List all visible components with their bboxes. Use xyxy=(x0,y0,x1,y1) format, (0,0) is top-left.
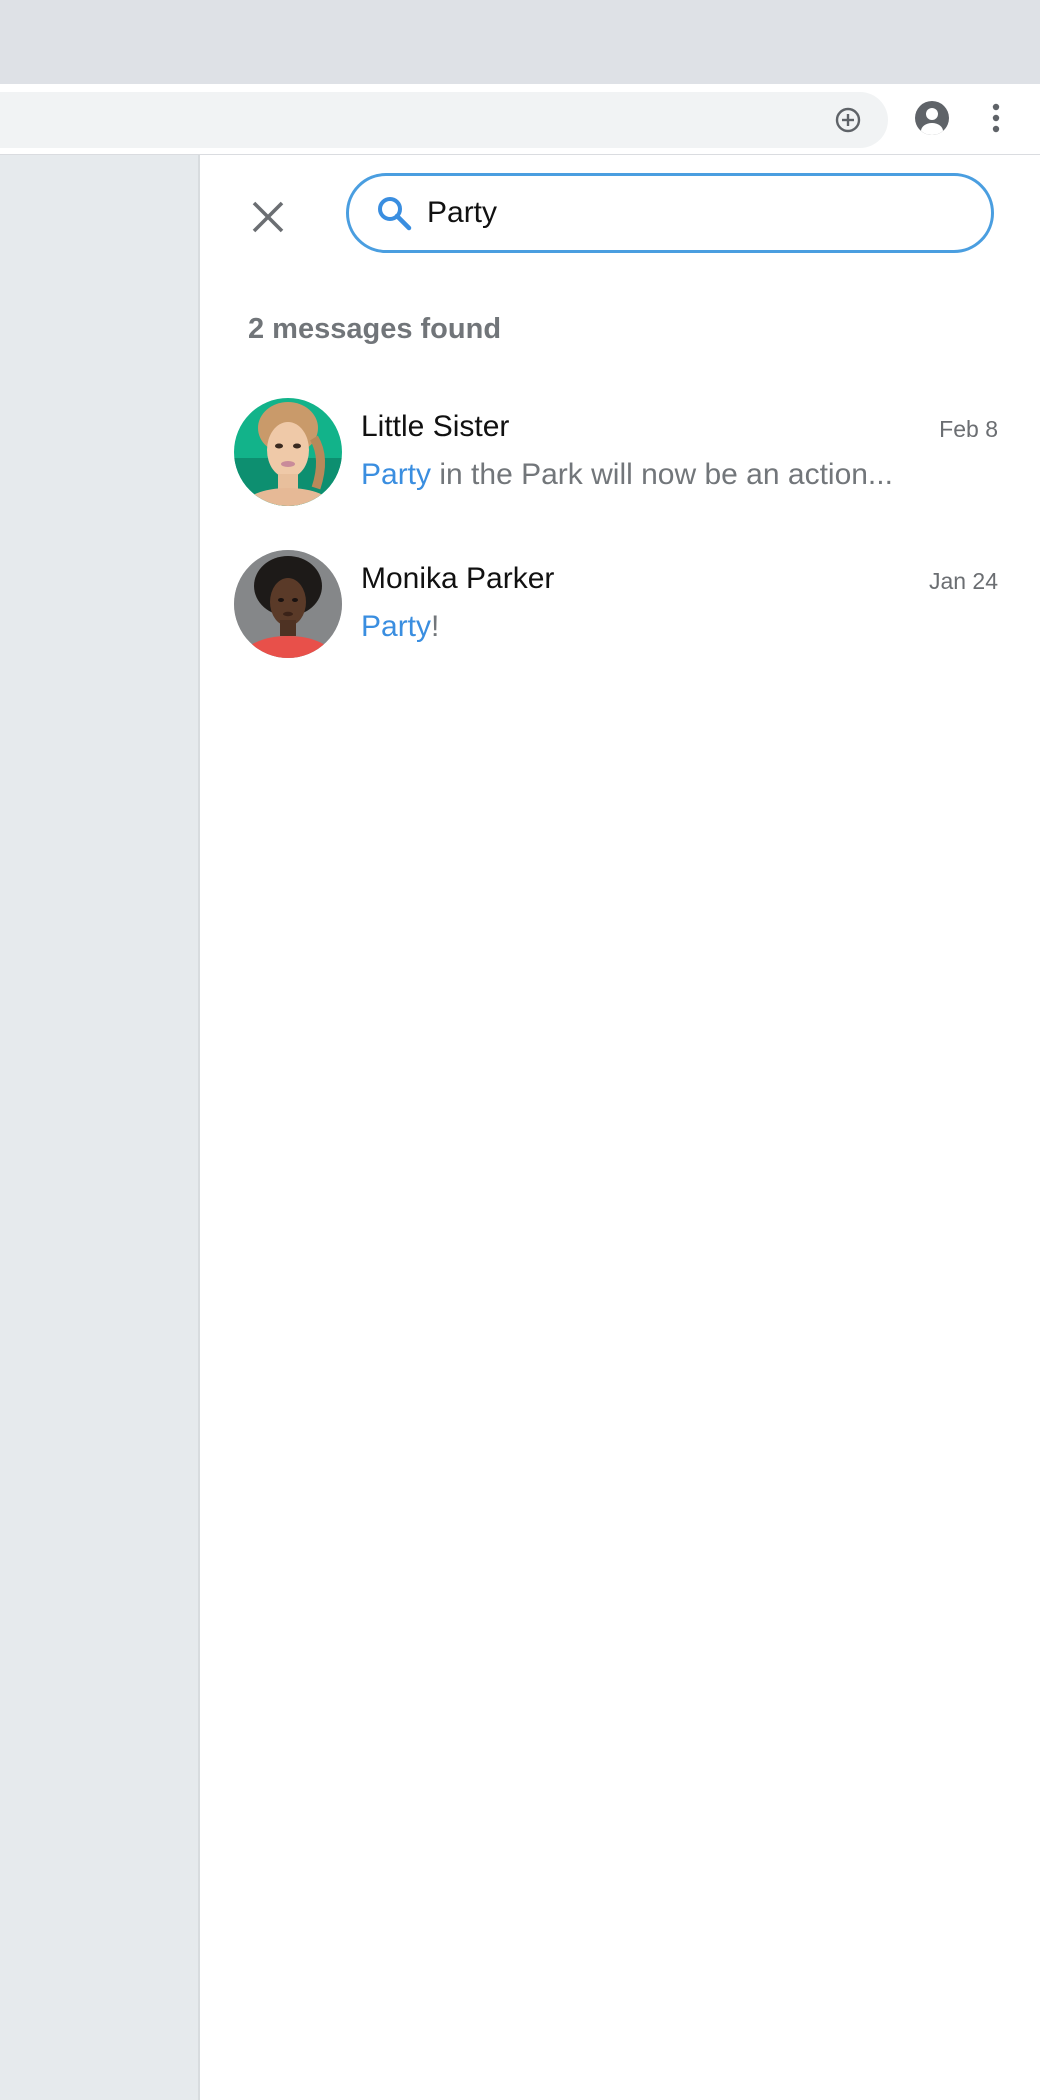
message-snippet: Party in the Park will now be an action.… xyxy=(361,458,893,492)
avatar xyxy=(234,398,342,506)
search-icon xyxy=(375,194,413,232)
browser-toolbar xyxy=(0,84,1040,155)
search-results-list: Little Sister Feb 8 Party in the Park wi… xyxy=(200,398,1040,702)
address-bar[interactable] xyxy=(0,92,888,148)
close-search-button[interactable] xyxy=(244,193,292,241)
snippet-text: in the Park will now be an action... xyxy=(431,458,893,491)
message-date: Feb 8 xyxy=(939,416,998,442)
snippet-text: ! xyxy=(431,610,440,643)
add-circle-icon[interactable] xyxy=(834,106,862,134)
more-vert-icon[interactable] xyxy=(982,100,1010,136)
account-circle-icon[interactable] xyxy=(914,100,950,136)
results-count: 2 messages found xyxy=(248,313,502,345)
message-search-panel: 2 messages found Little Sister Feb 8 xyxy=(200,155,1040,2100)
search-input[interactable] xyxy=(427,196,947,230)
search-result-item[interactable]: Little Sister Feb 8 Party in the Park wi… xyxy=(200,398,1040,550)
browser-tab-strip xyxy=(0,0,1040,84)
match-highlight: Party xyxy=(361,458,432,491)
search-field[interactable] xyxy=(346,173,994,253)
contact-name: Monika Parker xyxy=(361,562,555,595)
avatar xyxy=(234,550,342,658)
match-highlight: Party xyxy=(361,610,432,643)
search-result-item[interactable]: Monika Parker Jan 24 Party! xyxy=(200,550,1040,702)
contact-name: Little Sister xyxy=(361,410,510,443)
message-date: Jan 24 xyxy=(928,568,998,594)
conversation-pane xyxy=(0,155,200,2100)
message-snippet: Party! xyxy=(361,610,439,644)
close-icon xyxy=(252,201,284,233)
